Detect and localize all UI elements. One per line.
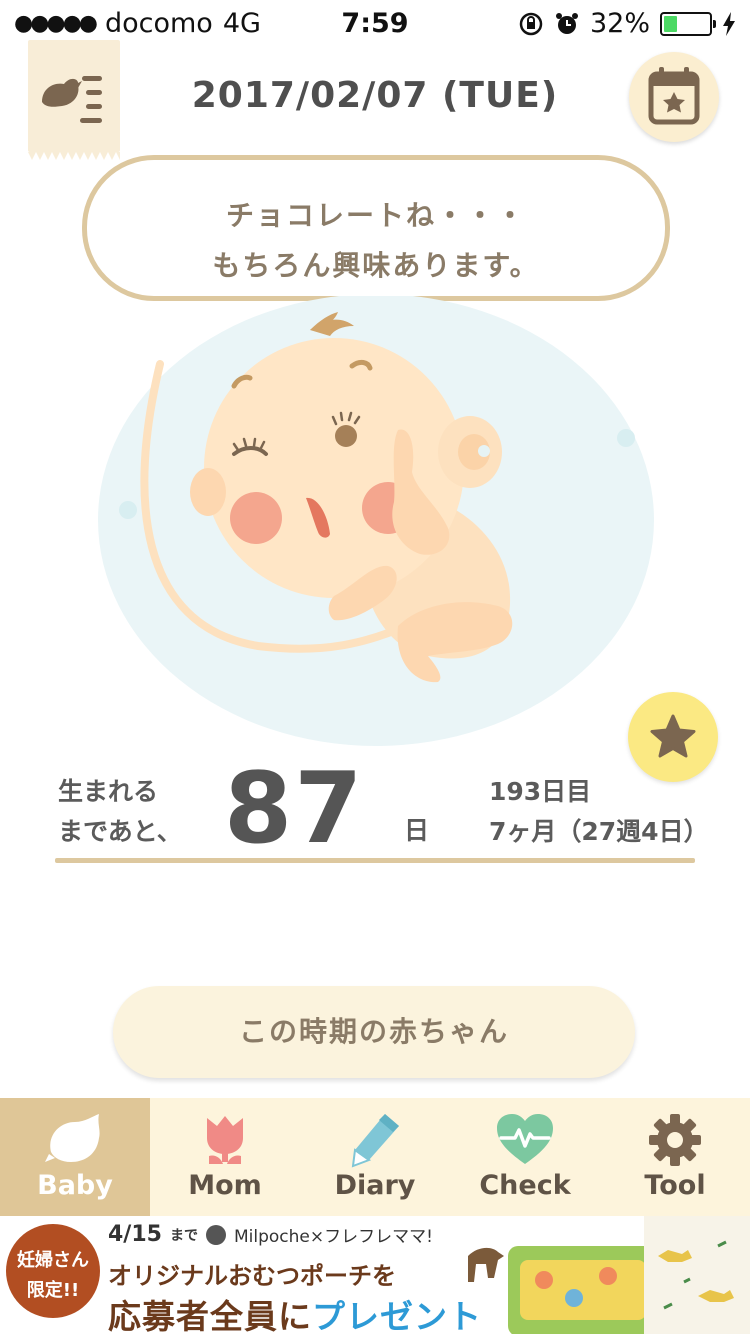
battery-icon (660, 11, 716, 36)
countdown-label-line-2: まであと、 (58, 817, 182, 846)
calendar-button[interactable] (629, 52, 719, 142)
days-unit: 日 (404, 816, 430, 845)
ad-deadline-date: 4/15 (108, 1222, 162, 1247)
tab-tool[interactable]: Tool (600, 1098, 750, 1216)
bird-icon (45, 1114, 100, 1162)
ad-deadline-suffix: まで (169, 1227, 198, 1244)
ad-badge: 妊婦さん 限定!! (6, 1224, 100, 1318)
gear-icon (649, 1114, 701, 1166)
countdown-divider (55, 858, 695, 863)
tab-diary[interactable]: Diary (300, 1098, 450, 1216)
ad-headline-bottom: 応募者全員にプレゼント (108, 1290, 482, 1334)
orientation-lock-icon (519, 12, 543, 35)
brand-logo-icon (205, 1224, 226, 1245)
ad-brand: Milpoche×フレフレママ! (233, 1227, 433, 1247)
ad-badge-line-2: 限定!! (26, 1280, 80, 1301)
tab-tool-label: Tool (644, 1170, 706, 1201)
favorite-button[interactable] (628, 692, 718, 782)
pregnancy-day-count: 193日目 (489, 777, 592, 806)
ad-headline-middle: オリジナルおむつポーチを (108, 1262, 396, 1290)
tab-mom-label: Mom (188, 1170, 262, 1201)
days-left-number: 87 (224, 752, 365, 866)
pregnancy-month-week: 7ヶ月（27週4日） (489, 817, 709, 846)
speech-bubble: チョコレートね・・・ もちろん興味あります。 (82, 155, 670, 301)
pencil-icon (351, 1114, 399, 1168)
alarm-icon (555, 12, 578, 34)
ad-product-image (468, 1216, 750, 1334)
tulip-icon (207, 1116, 243, 1164)
charging-bolt-icon (723, 11, 735, 36)
calendar-star-icon (648, 67, 700, 125)
ad-banner[interactable]: 妊婦さん 限定!! 4/15 まで Milpoche×フレフレママ! オリジナル… (0, 1216, 750, 1334)
paper-edge (28, 152, 120, 160)
countdown-label-line-1: 生まれる (58, 777, 159, 806)
this-period-baby-button[interactable]: この時期の赤ちゃん (113, 986, 635, 1078)
ad-headline-top: 4/15 まで Milpoche×フレフレママ! (108, 1222, 433, 1247)
baby-illustration (98, 296, 654, 746)
star-icon (650, 714, 696, 758)
ad-headline-prefix: 応募者全員に (108, 1297, 312, 1334)
tab-diary-label: Diary (334, 1170, 416, 1201)
tab-baby[interactable]: Baby (0, 1098, 150, 1216)
ad-badge-line-1: 妊婦さん (17, 1250, 89, 1271)
speech-line-1: チョコレートね・・・ (225, 199, 526, 232)
speech-line-2: もちろん興味あります。 (212, 249, 540, 282)
tab-mom[interactable]: Mom (150, 1098, 300, 1216)
tab-bar: Baby Mom Diary Check Tool (0, 1098, 750, 1216)
tab-check[interactable]: Check (450, 1098, 600, 1216)
battery-percent: 32% (589, 8, 650, 39)
heart-pulse-icon (497, 1114, 553, 1164)
tab-baby-label: Baby (37, 1170, 113, 1201)
tab-check-label: Check (479, 1170, 571, 1201)
